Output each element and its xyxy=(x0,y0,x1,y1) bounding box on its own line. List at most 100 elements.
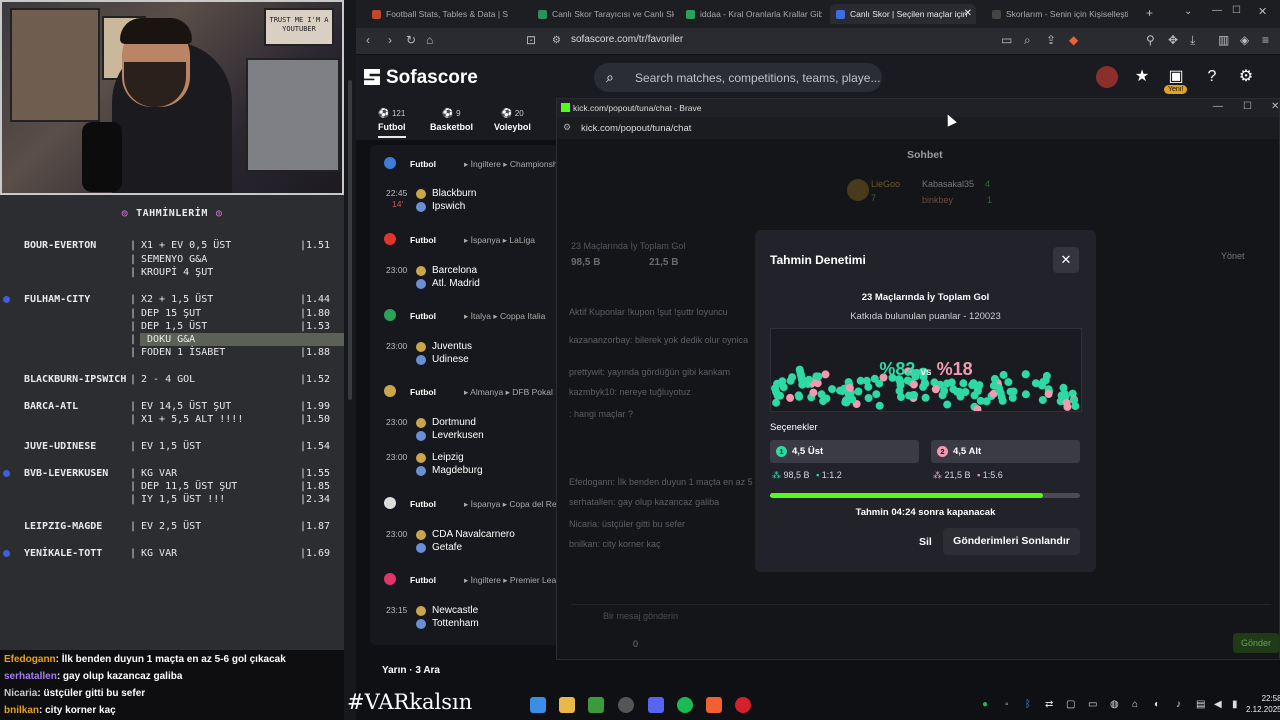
file-explorer-icon[interactable] xyxy=(559,697,575,713)
download-icon[interactable]: ⤓ xyxy=(1190,33,1195,48)
new-tab-button[interactable]: + xyxy=(1146,6,1153,20)
tray-icon[interactable]: ◦ xyxy=(1005,699,1009,710)
team-crest-icon xyxy=(416,431,426,441)
scrollbar-thumb[interactable] xyxy=(348,80,352,400)
discord-icon[interactable] xyxy=(648,697,664,713)
zoom-icon[interactable]: ⌕ xyxy=(1024,33,1031,48)
tray-icon[interactable]: ⌂ xyxy=(1132,699,1138,710)
start-icon[interactable] xyxy=(530,697,546,713)
system-clock[interactable]: 22:58 2.12.2025 xyxy=(1246,693,1280,715)
kick-favicon-icon xyxy=(561,103,570,112)
tray-icon[interactable]: ▢ xyxy=(1066,699,1075,710)
obs-icon[interactable] xyxy=(618,697,634,713)
match-row[interactable]: 23:00 Juventus Udinese xyxy=(370,341,560,369)
match-row[interactable]: 23:00 Leipzig Magdeburg xyxy=(370,452,560,480)
tab-search-icon[interactable]: ⌄ xyxy=(1184,6,1192,17)
browser-tab[interactable]: Football Stats, Tables & Data | Soc xyxy=(366,4,508,24)
back-icon[interactable]: ‹ xyxy=(366,33,370,47)
usb-icon[interactable]: ⇄ xyxy=(1045,699,1053,710)
settings-gear-icon[interactable]: ⚙ xyxy=(1236,67,1256,87)
volume-icon[interactable]: ◀ xyxy=(1214,699,1222,710)
network-icon[interactable]: ▤ xyxy=(1196,699,1205,710)
favorites-star-icon[interactable]: ★ xyxy=(1132,67,1152,87)
tray-icon[interactable]: ▭ xyxy=(1088,699,1097,710)
match-row[interactable]: 23:00 Barcelona Atl. Madrid xyxy=(370,265,560,293)
help-icon[interactable]: ? xyxy=(1202,67,1222,87)
chat-message: serhatallen: gay olup kazancaz galiba xyxy=(569,497,720,507)
option-button[interactable]: 2 4,5 Alt xyxy=(931,440,1080,463)
brave-shield-icon[interactable]: ◆ xyxy=(1069,33,1078,47)
browser-tab[interactable]: iddaa - Kral Oranlarla Krallar Gibi K xyxy=(680,4,822,24)
browser-tab[interactable]: Skorlarım - Senin için Kişiselleştirilr xyxy=(986,4,1128,24)
prediction-odd: 1.80 xyxy=(306,308,331,319)
sport-tab[interactable]: ⚽ 20 Voleybol xyxy=(494,108,531,132)
browser-tab[interactable]: Canlı Skor | Seçilen maçlar için ✕ xyxy=(830,4,976,24)
avatar[interactable] xyxy=(1096,66,1118,88)
scrollbar[interactable] xyxy=(344,0,356,720)
sport-tab[interactable]: ⚽ 9 Basketbol xyxy=(430,108,473,132)
home-icon[interactable]: ⌂ xyxy=(426,33,433,47)
send-button[interactable]: Gönder xyxy=(1233,633,1279,653)
url-field[interactable]: sofascore.com/tr/favoriler xyxy=(571,34,683,45)
close-window-button[interactable]: ✕ xyxy=(1271,101,1279,112)
prediction-match: BARCA-ATL xyxy=(24,401,79,412)
opera-icon[interactable] xyxy=(735,697,751,713)
match-row[interactable]: 23:00 CDA Navalcarnero Getafe xyxy=(370,529,560,557)
separator: | xyxy=(130,240,137,251)
microphone-icon[interactable]: ♪ xyxy=(1176,699,1181,710)
stream-hashtag: #VARkalsın xyxy=(347,690,473,714)
browser-tab[interactable]: Canlı Skor Tarayıcısı ve Canlı Skorla xyxy=(532,4,674,24)
share-icon[interactable]: ⇪ xyxy=(1046,33,1056,47)
tray-icon[interactable]: ◍ xyxy=(1110,699,1119,710)
away-team: Magdeburg xyxy=(432,465,483,476)
option-button[interactable]: 1 4,5 Üst xyxy=(770,440,919,463)
close-window-button[interactable]: ✕ xyxy=(1258,5,1267,18)
chat-input[interactable]: Bir mesaj gönderin xyxy=(571,604,1271,627)
puzzle-icon[interactable]: ✥ xyxy=(1168,33,1178,47)
forward-icon[interactable]: › xyxy=(388,33,392,47)
spotify-tray-icon[interactable]: ● xyxy=(982,699,988,710)
extension-icon[interactable]: ⚲ xyxy=(1146,33,1155,47)
bluetooth-icon[interactable]: ᛒ xyxy=(1025,699,1031,710)
delete-button[interactable]: Sil xyxy=(919,536,932,548)
popout-url-bar: ⚙ kick.com/popout/tuna/chat xyxy=(557,117,1279,139)
maximize-button[interactable]: ☐ xyxy=(1243,101,1252,112)
team-crest-icon xyxy=(416,543,426,553)
maximize-button[interactable]: ☐ xyxy=(1232,5,1241,16)
prediction-bet: KG VAR xyxy=(141,468,178,479)
battery-icon[interactable]: ▮ xyxy=(1232,699,1238,710)
search-input[interactable]: ⌕ Search matches, competitions, teams, p… xyxy=(594,63,882,92)
sofascore-logo[interactable]: Sofascore xyxy=(364,67,478,89)
menu-icon[interactable]: ≡ xyxy=(1262,33,1269,47)
brave-icon[interactable] xyxy=(706,697,722,713)
minimize-button[interactable]: — xyxy=(1213,101,1223,112)
options-label: Seçenekler xyxy=(770,422,818,433)
end-submissions-button[interactable]: Gönderimleri Sonlandır xyxy=(943,528,1080,555)
chat-title: Sohbet xyxy=(907,149,943,161)
team-crest-icon xyxy=(416,453,426,463)
tv-icon[interactable]: ▣ xyxy=(1166,67,1186,87)
notepad-icon[interactable] xyxy=(588,697,604,713)
manage-button[interactable]: Yönet xyxy=(1221,251,1245,261)
match-row[interactable]: 23:15 Newcastle Tottenham xyxy=(370,605,560,633)
vote-bubble xyxy=(854,387,863,396)
tray-icon[interactable]: ◐ xyxy=(1154,699,1160,710)
site-settings-icon[interactable]: ⚙ xyxy=(563,122,571,133)
close-icon[interactable]: ✕ xyxy=(1053,247,1079,273)
option-stats: ⁂ 21,5 B ▪ 1:5.6 xyxy=(933,470,1003,480)
site-settings-icon[interactable]: ⚙ xyxy=(552,35,561,46)
match-row[interactable]: 23:00 Dortmund Leverkusen xyxy=(370,417,560,445)
sport-tab[interactable]: ⚽ 121 Futbol xyxy=(378,108,406,138)
wallet-icon[interactable]: ◈ xyxy=(1240,33,1249,47)
team-crest-icon xyxy=(416,418,426,428)
minimize-button[interactable]: — xyxy=(1212,5,1222,16)
cast-icon[interactable]: ▭ xyxy=(1001,33,1012,47)
sidebar-icon[interactable]: ▥ xyxy=(1218,33,1229,47)
match-minute: 14' xyxy=(392,199,404,209)
bookmark-icon[interactable]: ⊡ xyxy=(526,33,536,47)
spotify-icon[interactable] xyxy=(677,697,693,713)
match-row[interactable]: 22:45 14' Blackburn Ipswich xyxy=(370,188,560,216)
sofascore-mark-icon xyxy=(364,69,380,85)
reload-icon[interactable]: ↻ xyxy=(406,33,416,47)
close-tab-icon[interactable]: ✕ xyxy=(964,4,972,24)
